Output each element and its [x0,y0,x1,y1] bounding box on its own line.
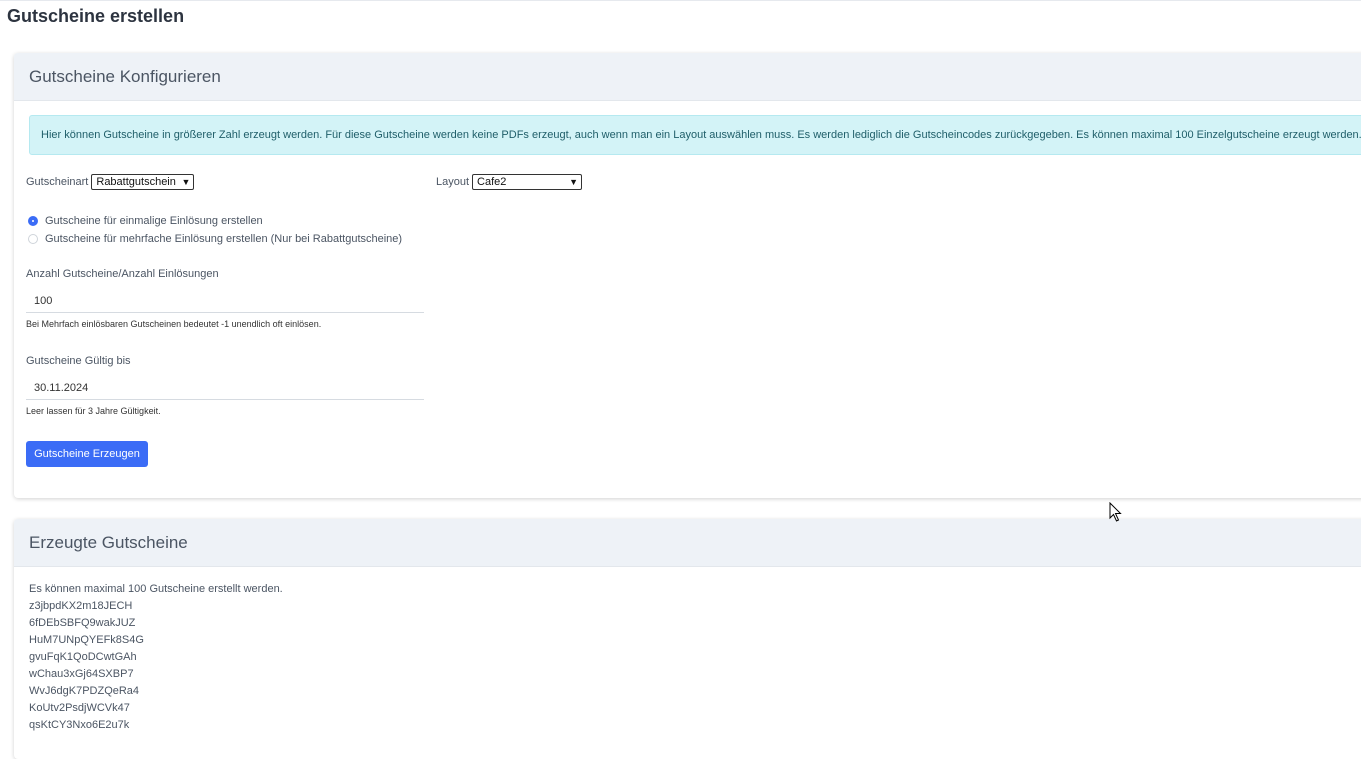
radio-single-redemption[interactable]: Gutscheine für einmalige Einlösung erste… [28,215,263,227]
radio-checked-icon[interactable] [28,216,38,226]
voucher-code: qsKtCY3Nxo6E2u7k [29,719,130,731]
radio-multi-label: Gutscheine für mehrfache Einlösung erste… [45,233,403,245]
voucher-code: 6fDEbSBFQ9wakJUZ [29,617,136,629]
result-note: Es können maximal 100 Gutscheine erstell… [29,583,283,595]
voucher-type-label: Gutscheinart [26,176,89,188]
layout-field: Layout Cafe2 ▼ [436,174,583,190]
count-hint: Bei Mehrfach einlösbaren Gutscheinen bed… [26,319,322,329]
voucher-code: z3jbpdKX2m18JECH [29,600,133,612]
chevron-down-icon: ▼ [569,177,579,187]
radio-unchecked-icon[interactable] [28,234,38,244]
config-card: Gutscheine Konfigurieren Hier können Gut… [14,53,1361,498]
result-card-title: Erzeugte Gutscheine [14,519,1361,567]
voucher-code: wChau3xGj64SXBP7 [29,668,134,680]
voucher-code: HuM7UNpQYEFk8S4G [29,634,144,646]
count-input[interactable]: 100 [26,289,424,313]
result-card: Erzeugte Gutscheine Es können maximal 10… [14,519,1361,759]
layout-select[interactable]: Cafe2 ▼ [472,174,583,190]
count-label: Anzahl Gutscheine/Anzahl Einlösungen [26,268,219,280]
radio-single-label: Gutscheine für einmalige Einlösung erste… [45,215,263,227]
count-value: 100 [34,294,53,307]
voucher-type-value: Rabattgutschein [96,176,176,188]
config-card-title: Gutscheine Konfigurieren [14,53,1361,101]
top-divider [0,0,1361,1]
voucher-code: gvuFqK1QoDCwtGAh [29,651,137,663]
page-title: Gutscheine erstellen [7,6,185,26]
result-body: Es können maximal 100 Gutscheine erstell… [29,581,283,734]
voucher-type-field: Gutscheinart Rabattgutschein ▼ [26,174,195,190]
valid-until-value: 30.11.2024 [34,381,89,394]
mouse-cursor-icon [1109,502,1122,522]
valid-until-hint: Leer lassen für 3 Jahre Gültigkeit. [26,406,161,416]
generate-vouchers-button[interactable]: Gutscheine Erzeugen [26,441,148,467]
radio-multiple-redemption[interactable]: Gutscheine für mehrfache Einlösung erste… [28,233,402,245]
layout-value: Cafe2 [477,176,507,188]
valid-until-label: Gutscheine Gültig bis [26,355,131,367]
chevron-down-icon: ▼ [181,177,191,187]
info-alert: Hier können Gutscheine in größerer Zahl … [29,115,1361,155]
voucher-code: WvJ6dgK7PDZQeRa4 [29,685,140,697]
voucher-code: KoUtv2PsdjWCVk47 [29,702,130,714]
valid-until-input[interactable]: 30.11.2024 [26,376,424,400]
voucher-type-select[interactable]: Rabattgutschein ▼ [91,174,195,190]
layout-label: Layout [436,176,470,188]
